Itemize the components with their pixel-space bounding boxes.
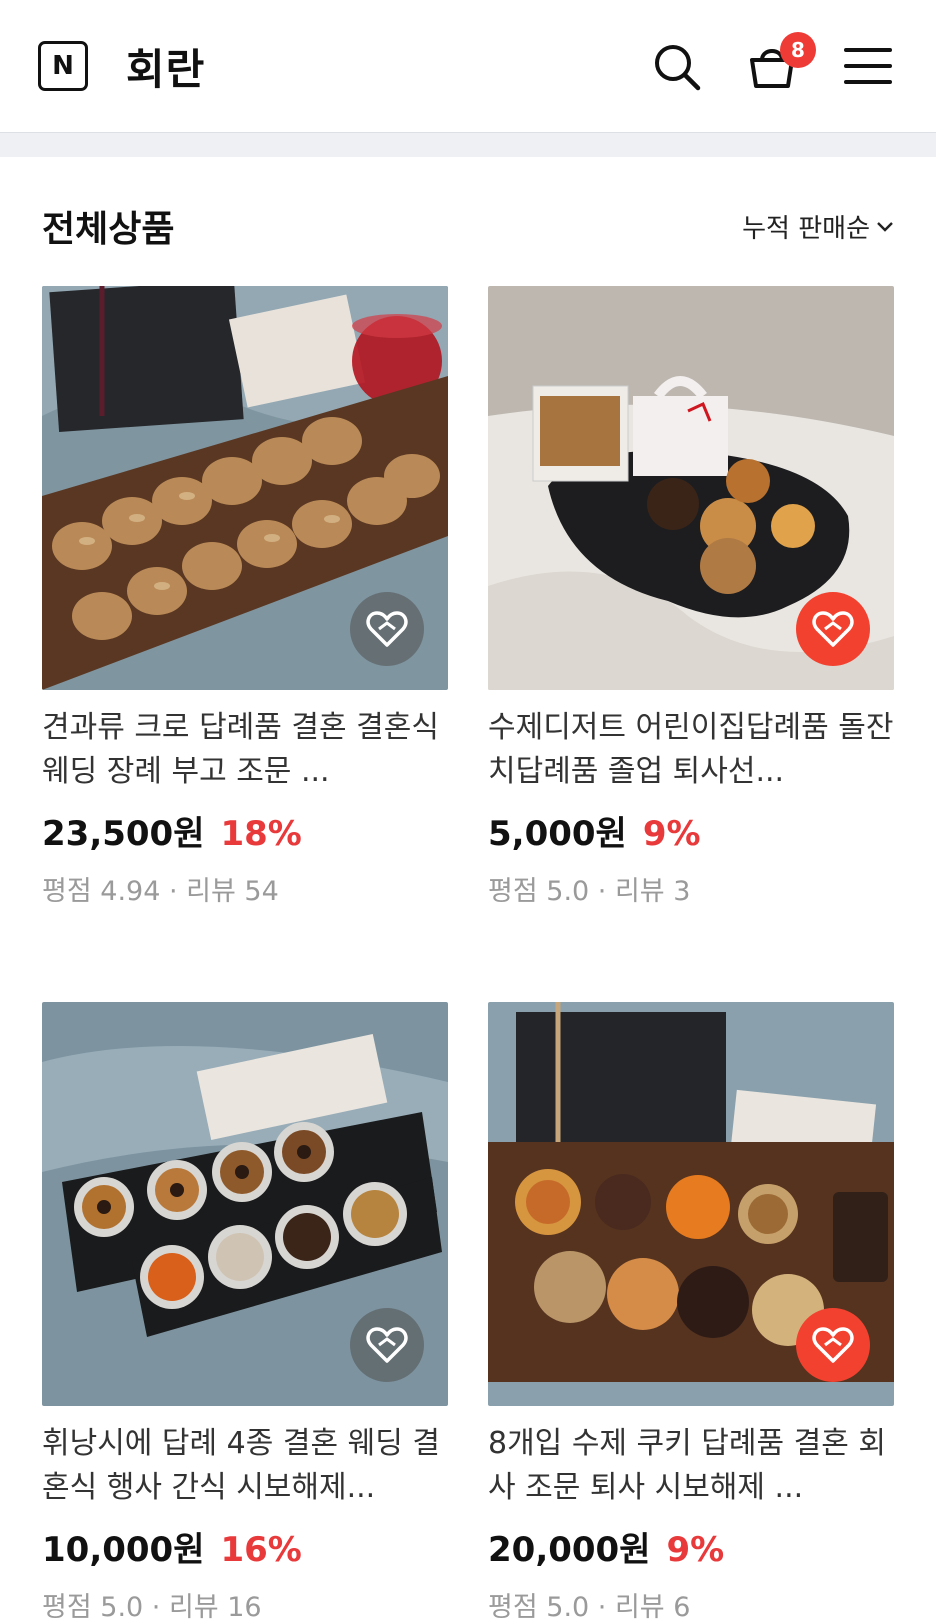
product-card[interactable]: 견과류 크로 답례품 결혼 결혼식 웨딩 장례 부고 조문 ... 23,500… — [42, 286, 448, 908]
discount-rate: 18% — [220, 814, 302, 854]
wishlist-button[interactable] — [350, 1308, 424, 1382]
product-title[interactable]: 휘낭시에 답례 4종 결혼 웨딩 결혼식 행사 간식 시보해제... — [42, 1422, 448, 1510]
cart-count-badge: 8 — [780, 32, 816, 68]
heart-icon — [366, 611, 408, 647]
chevron-down-icon — [877, 221, 893, 232]
discount-rate: 9% — [666, 1530, 725, 1570]
product-image[interactable] — [42, 1002, 448, 1406]
section-title: 전체상품 — [42, 209, 175, 250]
product-title[interactable]: 견과류 크로 답례품 결혼 결혼식 웨딩 장례 부고 조문 ... — [42, 706, 448, 794]
heart-icon — [812, 611, 854, 647]
heart-icon — [366, 1327, 408, 1363]
price-row: 5,000원 9% — [488, 806, 894, 855]
product-price: 23,500원 — [42, 814, 205, 854]
price-row: 20,000원 9% — [488, 1522, 894, 1571]
rating-review: 평점 5.0 · 리뷰 6 — [488, 1592, 691, 1623]
wishlist-button[interactable] — [796, 592, 870, 666]
rating-review: 평점 5.0 · 리뷰 16 — [42, 1592, 262, 1623]
rating-review: 평점 4.94 · 리뷰 54 — [42, 876, 279, 907]
sort-label: 누적 판매순 — [742, 214, 870, 244]
product-title[interactable]: 8개입 수제 쿠키 답례품 결혼 회사 조문 퇴사 시보해제 ... — [488, 1422, 894, 1510]
discount-rate: 9% — [642, 814, 701, 854]
naver-logo[interactable]: N — [38, 41, 88, 91]
price-row: 23,500원 18% — [42, 806, 448, 855]
menu-icon[interactable] — [842, 40, 896, 94]
product-image[interactable] — [488, 1002, 894, 1406]
header-divider — [0, 132, 936, 157]
product-image[interactable] — [488, 286, 894, 690]
product-card[interactable]: 휘낭시에 답례 4종 결혼 웨딩 결혼식 행사 간식 시보해제... 10,00… — [42, 1002, 448, 1624]
product-title[interactable]: 수제디저트 어린이집답례품 돌잔치답례품 졸업 퇴사선... — [488, 706, 894, 794]
wishlist-button[interactable] — [350, 592, 424, 666]
sort-dropdown[interactable]: 누적 판매순 — [742, 208, 894, 245]
app-header: N 회란 8 — [0, 0, 936, 132]
product-card[interactable]: 수제디저트 어린이집답례품 돌잔치답례품 졸업 퇴사선... 5,000원 9%… — [488, 286, 894, 908]
product-card[interactable]: 8개입 수제 쿠키 답례품 결혼 회사 조문 퇴사 시보해제 ... 20,00… — [488, 1002, 894, 1624]
discount-rate: 16% — [220, 1530, 302, 1570]
heart-icon — [812, 1327, 854, 1363]
store-name[interactable]: 회란 — [126, 36, 205, 97]
wishlist-button[interactable] — [796, 1308, 870, 1382]
price-row: 10,000원 16% — [42, 1522, 448, 1571]
product-image[interactable] — [42, 286, 448, 690]
product-price: 5,000원 — [488, 814, 627, 854]
product-price: 10,000원 — [42, 1530, 205, 1570]
search-icon[interactable] — [650, 40, 704, 94]
product-price: 20,000원 — [488, 1530, 651, 1570]
rating-review: 평점 5.0 · 리뷰 3 — [488, 876, 691, 907]
